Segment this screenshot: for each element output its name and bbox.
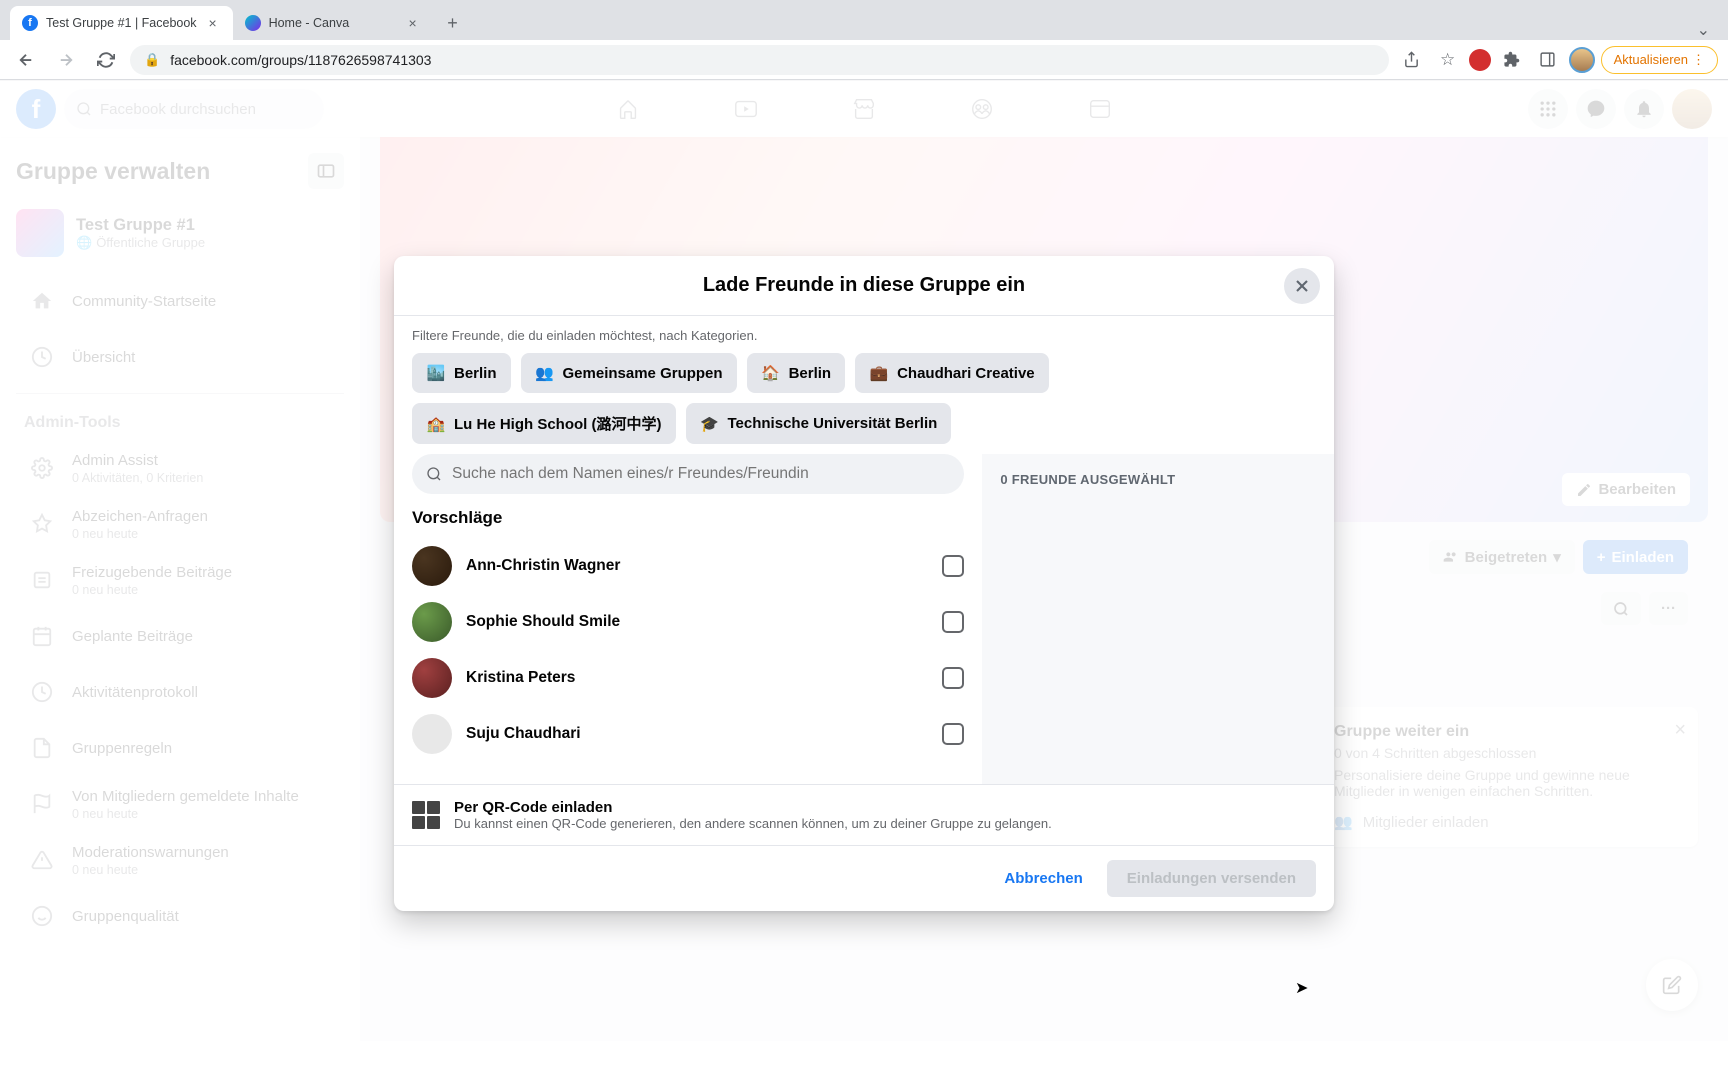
extensions-icon[interactable] <box>1497 45 1527 75</box>
selected-count: 0 FREUNDE AUSGEWÄHLT <box>1000 472 1316 487</box>
friend-row[interactable]: Kristina Peters <box>412 650 964 706</box>
qr-title: Per QR-Code einladen <box>454 799 1052 816</box>
qr-desc: Du kannst einen QR-Code generieren, den … <box>454 816 1052 831</box>
filter-pill-work[interactable]: 💼 Chaudhari Creative <box>855 353 1049 393</box>
extension-adblock-icon[interactable] <box>1469 49 1491 71</box>
star-icon[interactable]: ☆ <box>1433 45 1463 75</box>
friend-name: Kristina Peters <box>466 669 928 687</box>
tab-title: Home - Canva <box>269 16 397 30</box>
friend-avatar <box>412 658 452 698</box>
friend-name: Suju Chaudhari <box>466 725 928 743</box>
friend-checkbox[interactable] <box>942 611 964 633</box>
url-text: facebook.com/groups/1187626598741303 <box>170 52 431 68</box>
facebook-favicon-icon: f <box>22 15 38 31</box>
mouse-cursor: ➤ <box>1295 978 1308 998</box>
friend-checkbox[interactable] <box>942 555 964 577</box>
filter-pill-school-2[interactable]: 🎓 Technische Universität Berlin <box>686 403 952 444</box>
toolbar-right: ☆ Aktualisieren ⋮ <box>1397 45 1718 75</box>
reload-button[interactable] <box>90 44 122 76</box>
modal-header: Lade Freunde in diese Gruppe ein <box>394 256 1334 316</box>
friend-search[interactable] <box>412 454 964 494</box>
friend-name: Sophie Should Smile <box>466 613 928 631</box>
pill-label: Lu He High School (潞河中学) <box>454 413 662 434</box>
update-button[interactable]: Aktualisieren ⋮ <box>1601 46 1718 74</box>
chevron-down-icon[interactable]: ⌄ <box>1697 20 1718 40</box>
close-icon[interactable]: × <box>205 15 221 31</box>
share-icon[interactable] <box>1397 45 1427 75</box>
friend-checkbox[interactable] <box>942 667 964 689</box>
modal-right-panel: 0 FREUNDE AUSGEWÄHLT <box>982 454 1334 784</box>
pill-label: Berlin <box>789 365 832 382</box>
friend-row[interactable]: Ann-Christin Wagner <box>412 538 964 594</box>
friend-avatar <box>412 714 452 754</box>
friend-avatar <box>412 546 452 586</box>
groups-icon: 👥 <box>535 363 555 383</box>
filter-pill-school-1[interactable]: 🏫 Lu He High School (潞河中学) <box>412 403 676 444</box>
briefcase-icon: 💼 <box>869 363 889 383</box>
friend-checkbox[interactable] <box>942 723 964 745</box>
friend-row[interactable]: Sophie Should Smile <box>412 594 964 650</box>
school-icon: 🎓 <box>700 414 720 434</box>
search-icon <box>426 466 442 482</box>
modal-title: Lade Freunde in diese Gruppe ein <box>412 274 1316 297</box>
pill-label: Technische Universität Berlin <box>728 415 938 432</box>
filter-section: Filtere Freunde, die du einladen möchtes… <box>394 316 1334 454</box>
qr-code-icon <box>412 801 440 829</box>
friend-row[interactable]: Suju Chaudhari <box>412 706 964 762</box>
friend-avatar <box>412 602 452 642</box>
browser-tab-fb[interactable]: f Test Gruppe #1 | Facebook × <box>10 6 233 40</box>
update-label: Aktualisieren <box>1614 52 1688 67</box>
forward-button[interactable] <box>50 44 82 76</box>
browser-tab-canva[interactable]: Home - Canva × <box>233 6 433 40</box>
filter-pills: 🏙️ Berlin 👥 Gemeinsame Gruppen 🏠 Berlin … <box>412 353 1316 444</box>
modal-left-panel: Vorschläge Ann-Christin Wagner Sophie Sh… <box>394 454 982 784</box>
close-icon[interactable]: × <box>405 15 421 31</box>
filter-label: Filtere Freunde, die du einladen möchtes… <box>412 328 1316 343</box>
filter-pill-berlin-home[interactable]: 🏠 Berlin <box>747 353 846 393</box>
close-icon <box>1292 276 1312 296</box>
qr-invite-row[interactable]: Per QR-Code einladen Du kannst einen QR-… <box>394 784 1334 845</box>
tab-strip: f Test Gruppe #1 | Facebook × Home - Can… <box>0 0 1728 40</box>
profile-avatar[interactable] <box>1569 47 1595 73</box>
filter-pill-berlin[interactable]: 🏙️ Berlin <box>412 353 511 393</box>
pill-label: Gemeinsame Gruppen <box>563 365 723 382</box>
city-icon: 🏙️ <box>426 363 446 383</box>
modal-footer: Abbrechen Einladungen versenden <box>394 845 1334 911</box>
pill-label: Berlin <box>454 365 497 382</box>
back-button[interactable] <box>10 44 42 76</box>
more-icon: ⋮ <box>1692 52 1705 68</box>
address-bar[interactable]: 🔒 facebook.com/groups/1187626598741303 <box>130 45 1389 75</box>
school-icon: 🏫 <box>426 414 446 434</box>
browser-toolbar: 🔒 facebook.com/groups/1187626598741303 ☆… <box>0 40 1728 80</box>
send-invites-button[interactable]: Einladungen versenden <box>1107 860 1316 897</box>
invite-modal: Lade Freunde in diese Gruppe ein Filtere… <box>394 256 1334 911</box>
tab-title: Test Gruppe #1 | Facebook <box>46 16 197 30</box>
panel-icon[interactable] <box>1533 45 1563 75</box>
friend-search-input[interactable] <box>452 465 950 483</box>
new-tab-button[interactable]: + <box>439 9 467 37</box>
filter-pill-common-groups[interactable]: 👥 Gemeinsame Gruppen <box>521 353 737 393</box>
modal-close-button[interactable] <box>1284 268 1320 304</box>
browser-chrome: f Test Gruppe #1 | Facebook × Home - Can… <box>0 0 1728 81</box>
lock-icon: 🔒 <box>144 52 160 68</box>
home-icon: 🏠 <box>761 363 781 383</box>
cancel-button[interactable]: Abbrechen <box>988 860 1098 897</box>
friend-name: Ann-Christin Wagner <box>466 557 928 575</box>
pill-label: Chaudhari Creative <box>897 365 1035 382</box>
suggestions-title: Vorschläge <box>412 508 964 528</box>
canva-favicon-icon <box>245 15 261 31</box>
